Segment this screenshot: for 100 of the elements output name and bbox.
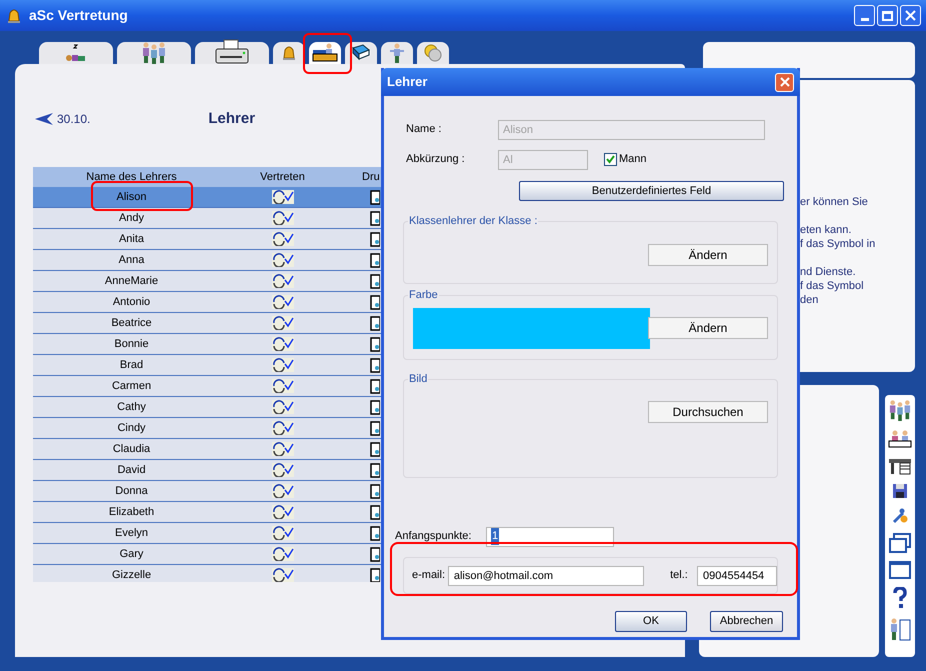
table-row[interactable]: Donna: [33, 481, 381, 502]
back-arrow-icon[interactable]: [35, 113, 53, 125]
swap-check-icon[interactable]: [272, 379, 294, 393]
table-row[interactable]: Bonnie: [33, 334, 381, 355]
help-text: den: [800, 293, 820, 307]
points-field[interactable]: 1: [486, 526, 614, 546]
toolbar-tab[interactable]: [309, 42, 341, 64]
table-row[interactable]: Anita: [33, 229, 381, 250]
document-icon[interactable]: [370, 400, 380, 414]
document-icon[interactable]: [370, 232, 380, 246]
document-icon[interactable]: [370, 504, 380, 520]
document-icon[interactable]: [370, 442, 380, 456]
table-row[interactable]: Antonio: [33, 292, 381, 313]
close-button[interactable]: [900, 5, 921, 26]
table-row[interactable]: Alison: [33, 187, 381, 208]
email-field[interactable]: alison@hotmail.com: [448, 566, 644, 586]
table-row[interactable]: Claudia: [33, 439, 381, 460]
date-link[interactable]: 30.10.: [57, 110, 90, 128]
swap-check-icon[interactable]: [272, 253, 294, 267]
table-row[interactable]: David: [33, 460, 381, 481]
document-icon[interactable]: [370, 378, 380, 394]
toolbar-tab[interactable]: [195, 42, 269, 64]
swap-check-icon[interactable]: [272, 211, 294, 225]
custom-field-button[interactable]: Benutzerdefiniertes Feld: [519, 181, 784, 201]
swap-check-icon[interactable]: [272, 463, 294, 477]
teacher-name: Carmen: [112, 378, 152, 394]
table-row[interactable]: Carmen: [33, 376, 381, 397]
swap-check-icon[interactable]: [272, 442, 294, 456]
swap-check-icon[interactable]: [272, 526, 294, 540]
swap-check-icon[interactable]: [272, 190, 294, 204]
column-header[interactable]: Dru: [335, 168, 380, 186]
document-icon[interactable]: [370, 274, 380, 288]
table-row[interactable]: Beatrice: [33, 313, 381, 334]
toolbar-tab[interactable]: [273, 42, 305, 64]
table-row[interactable]: Anna: [33, 250, 381, 271]
document-icon[interactable]: [370, 210, 380, 226]
swap-check-icon[interactable]: [272, 337, 294, 351]
column-header[interactable]: Name des Lehrers: [33, 168, 230, 186]
browse-button[interactable]: Durchsuchen: [648, 401, 768, 423]
ok-button[interactable]: OK: [615, 611, 687, 632]
exit-door-icon[interactable]: [889, 617, 911, 641]
swap-check-icon[interactable]: [272, 505, 294, 519]
swap-check-icon[interactable]: [272, 400, 294, 414]
swap-check-icon[interactable]: [272, 358, 294, 372]
color-swatch[interactable]: [413, 308, 650, 349]
swap-check-icon[interactable]: [272, 421, 294, 435]
change-button[interactable]: Ändern: [648, 317, 768, 339]
save-icon[interactable]: [892, 483, 908, 499]
help-text: er können Sie: [800, 195, 869, 209]
desk-icon[interactable]: [888, 457, 912, 475]
document-icon[interactable]: [370, 190, 380, 204]
table-row[interactable]: Brad: [33, 355, 381, 376]
table-row[interactable]: Cathy: [33, 397, 381, 418]
mann-checkbox[interactable]: [604, 153, 617, 166]
cancel-button[interactable]: Abbrechen: [710, 611, 783, 632]
table-row[interactable]: Evelyn: [33, 523, 381, 544]
document-icon[interactable]: [370, 358, 380, 372]
swap-check-icon[interactable]: [272, 547, 294, 561]
document-icon[interactable]: [370, 568, 380, 582]
document-icon[interactable]: [370, 252, 380, 268]
bell-icon: [281, 44, 297, 62]
toolbar-tab[interactable]: [381, 42, 413, 64]
toolbar-tab[interactable]: [39, 42, 113, 64]
table-row[interactable]: Elizabeth: [33, 502, 381, 523]
table-row[interactable]: Andy: [33, 208, 381, 229]
windows-icon[interactable]: [889, 533, 911, 553]
toolbar-tab[interactable]: [345, 42, 377, 64]
minimize-button[interactable]: [854, 5, 875, 26]
help-text: f das Symbol: [800, 279, 865, 293]
teacher-name: Antonio: [112, 294, 150, 310]
phone-field[interactable]: 0904554454: [697, 566, 777, 586]
help-icon[interactable]: [892, 587, 908, 609]
column-header[interactable]: Vertreten: [230, 168, 335, 186]
document-icon[interactable]: [370, 546, 380, 562]
document-icon[interactable]: [370, 336, 380, 352]
people-at-desk-icon[interactable]: [888, 429, 912, 449]
close-button[interactable]: [775, 72, 794, 92]
swap-check-icon[interactable]: [272, 568, 294, 582]
book-icon: [351, 44, 371, 62]
people-group-icon[interactable]: [888, 399, 912, 421]
swap-check-icon[interactable]: [272, 232, 294, 246]
document-icon[interactable]: [370, 462, 380, 478]
document-icon[interactable]: [370, 316, 380, 330]
maximize-button[interactable]: [877, 5, 898, 26]
swap-check-icon[interactable]: [272, 274, 294, 288]
document-icon[interactable]: [370, 526, 380, 540]
table-row[interactable]: Gizzelle: [33, 565, 381, 582]
document-icon[interactable]: [370, 294, 380, 310]
change-button[interactable]: Ändern: [648, 244, 768, 266]
window-icon[interactable]: [889, 561, 911, 579]
document-icon[interactable]: [370, 420, 380, 436]
swap-check-icon[interactable]: [272, 295, 294, 309]
table-row[interactable]: Cindy: [33, 418, 381, 439]
document-icon[interactable]: [370, 484, 380, 498]
tools-icon[interactable]: [891, 507, 909, 525]
swap-check-icon[interactable]: [272, 484, 294, 498]
table-row[interactable]: AnneMarie: [33, 271, 381, 292]
table-row[interactable]: Gary: [33, 544, 381, 565]
toolbar-tab[interactable]: [417, 42, 449, 64]
swap-check-icon[interactable]: [272, 316, 294, 330]
